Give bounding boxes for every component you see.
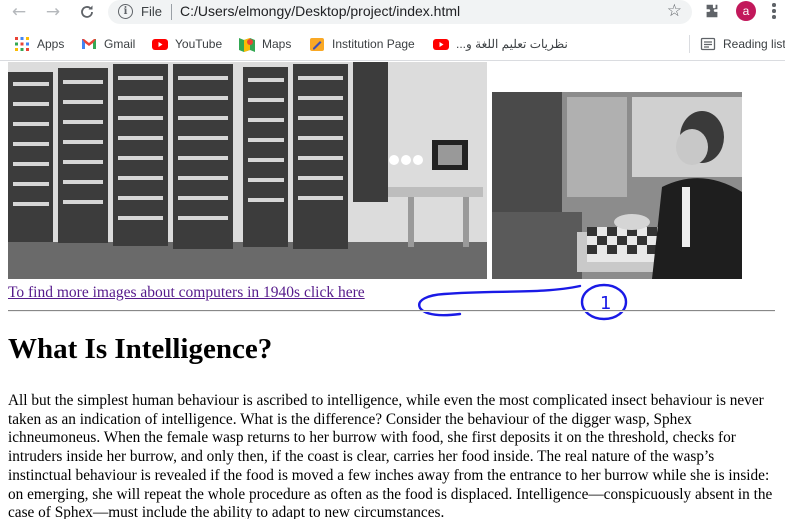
address-bar[interactable]: i File C:/Users/elmongy/Desktop/project/… [108, 0, 692, 24]
bookmark-maps[interactable]: Maps [239, 35, 291, 53]
bookmark-institution-page[interactable]: Institution Page [309, 35, 415, 53]
institution-icon [309, 36, 325, 52]
reading-list-button[interactable]: Reading list [700, 35, 785, 53]
bookmark-gmail[interactable]: Gmail [81, 35, 135, 53]
bookmark-label: Maps [262, 37, 292, 51]
chrome-menu-icon[interactable] [771, 2, 777, 20]
page-content: To find more images about computers in 1… [0, 62, 785, 519]
reading-list-label: Reading list [723, 37, 785, 51]
bookmark-label: نظريات تعليم اللغة و... [456, 37, 568, 51]
extensions-puzzle-icon[interactable] [703, 2, 721, 20]
bookmark-label: YouTube [175, 37, 223, 51]
apps-grid-icon [14, 36, 30, 52]
bookmark-star-icon[interactable]: ☆ [667, 1, 682, 21]
horizontal-rule [8, 310, 775, 312]
bookmark-apps[interactable]: Apps [14, 35, 64, 53]
eniac-computer-photo [8, 62, 487, 279]
maps-icon [239, 36, 255, 52]
youtube-icon [152, 36, 168, 52]
file-scheme-label: File [141, 4, 162, 19]
bookmarks-divider [689, 35, 690, 53]
bookmark-label: Apps [37, 37, 65, 51]
bookmark-label: Institution Page [332, 37, 415, 51]
youtube-icon [433, 36, 449, 52]
back-arrow-icon[interactable]: ← [8, 1, 30, 23]
info-icon[interactable]: i [118, 4, 133, 19]
page-heading: What Is Intelligence? [8, 333, 273, 365]
bookmark-youtube[interactable]: YouTube [152, 35, 222, 53]
gmail-icon [81, 36, 97, 52]
man-playing-chess-photo [492, 92, 742, 279]
bookmark-arabic-video[interactable]: نظريات تعليم اللغة و... [433, 35, 568, 53]
browser-toolbar: ← → i File C:/Users/elmongy/Desktop/proj… [0, 0, 785, 26]
reload-icon[interactable] [76, 1, 98, 23]
bookmark-label: Gmail [104, 37, 136, 51]
forward-arrow-icon[interactable]: → [42, 1, 64, 23]
more-images-link[interactable]: To find more images about computers in 1… [8, 284, 365, 302]
url-text[interactable]: C:/Users/elmongy/Desktop/project/index.h… [180, 3, 460, 19]
hand-drawn-annotation: 1 [414, 280, 664, 324]
profile-avatar[interactable]: a [736, 1, 756, 21]
intelligence-paragraph: All but the simplest human behaviour is … [8, 392, 773, 519]
reading-list-icon [700, 36, 716, 52]
bookmarks-bar: Apps Gmail YouTube Maps Institution Page… [0, 26, 785, 61]
omnibox-divider [171, 4, 172, 20]
